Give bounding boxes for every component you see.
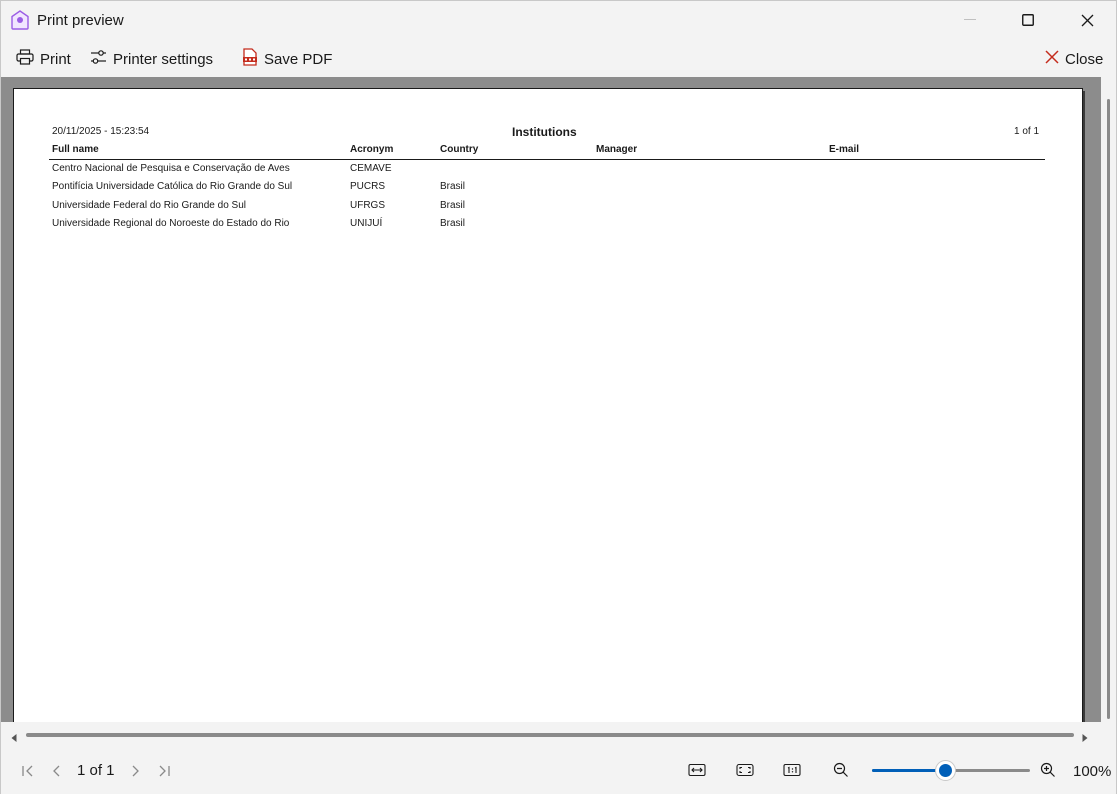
last-page-button[interactable] <box>154 762 174 780</box>
column-header-acronym: Acronym <box>350 144 394 155</box>
previous-page-button[interactable] <box>47 762 67 780</box>
minimize-icon <box>964 19 976 20</box>
printer-settings-button[interactable]: Printer settings <box>90 47 213 71</box>
column-header-email: E-mail <box>829 144 860 155</box>
toolbar: Print Printer settings Save PDF Close <box>1 39 1116 77</box>
close-button[interactable]: Close <box>1045 47 1103 71</box>
zoom-out-icon <box>833 762 848 777</box>
save-pdf-button[interactable]: Save PDF <box>242 47 332 71</box>
zoom-in-icon <box>1040 762 1055 777</box>
actual-size-icon <box>783 763 801 777</box>
cell-country: Brasil <box>440 218 466 229</box>
vertical-scrollbar-thumb[interactable] <box>1107 99 1110 719</box>
app-house-icon <box>11 10 29 30</box>
zoom-slider-thumb[interactable] <box>935 760 956 781</box>
zoom-level-label: 100% <box>1073 763 1112 780</box>
last-page-icon <box>159 765 170 777</box>
close-x-icon <box>1045 50 1059 68</box>
cell-acronym: UNIJUÍ <box>350 218 383 229</box>
printer-settings-label: Printer settings <box>113 50 214 68</box>
window-close-button[interactable] <box>1058 1 1116 39</box>
cell-country: Brasil <box>440 181 466 192</box>
report-title: Institutions <box>512 125 577 139</box>
preview-canvas[interactable]: 20/11/2025 - 15:23:54 Institutions 1 of … <box>1 77 1116 722</box>
pdf-file-icon <box>242 48 258 70</box>
first-page-icon <box>22 765 33 777</box>
maximize-button[interactable] <box>999 1 1057 39</box>
horizontal-scrollbar[interactable] <box>1 722 1116 748</box>
cell-acronym: UFRGS <box>350 200 385 211</box>
first-page-button[interactable] <box>18 762 38 780</box>
column-header-full-name: Full name <box>52 144 99 155</box>
column-header-country: Country <box>440 144 479 155</box>
title-bar: Print preview <box>1 1 1116 39</box>
close-icon <box>1081 14 1093 26</box>
sliders-icon <box>90 49 107 69</box>
zoom-slider[interactable] <box>872 760 1030 781</box>
cell-acronym: CEMAVE <box>350 163 392 174</box>
scroll-left-icon[interactable] <box>10 730 18 748</box>
fit-width-icon <box>688 763 706 777</box>
close-label: Close <box>1065 50 1104 68</box>
window-title: Print preview <box>37 12 124 29</box>
zoom-out-button[interactable] <box>831 761 851 779</box>
cell-country: Brasil <box>440 200 466 211</box>
print-button[interactable]: Print <box>16 47 71 71</box>
maximize-icon <box>1022 14 1034 26</box>
report-page-info: 1 of 1 <box>1014 126 1040 137</box>
minimize-button[interactable] <box>941 1 999 39</box>
fit-page-button[interactable] <box>735 761 755 779</box>
next-page-button[interactable] <box>125 762 145 780</box>
print-preview-window: Print preview Print Printer settings Sav… <box>0 0 1117 794</box>
chevron-left-icon <box>53 765 60 777</box>
vertical-scrollbar[interactable] <box>1101 77 1116 722</box>
actual-size-button[interactable] <box>782 761 802 779</box>
cell-full-name: Universidade Federal do Rio Grande do Su… <box>52 200 246 211</box>
cell-acronym: PUCRS <box>350 181 386 192</box>
column-header-manager: Manager <box>596 144 638 155</box>
zoom-in-button[interactable] <box>1038 761 1058 779</box>
save-pdf-label: Save PDF <box>264 50 333 68</box>
status-bar: 1 of 1 100% <box>1 748 1116 794</box>
cell-full-name: Universidade Regional do Noroeste do Est… <box>52 218 290 229</box>
cell-full-name: Centro Nacional de Pesquisa e Conservaçã… <box>52 163 290 174</box>
horizontal-scrollbar-thumb[interactable] <box>26 733 1074 737</box>
printer-icon <box>16 49 34 69</box>
fit-page-icon <box>736 763 754 777</box>
cell-full-name: Pontifícia Universidade Católica do Rio … <box>52 181 293 192</box>
fit-width-button[interactable] <box>687 761 707 779</box>
report-timestamp: 20/11/2025 - 15:23:54 <box>52 126 150 137</box>
chevron-right-icon <box>132 765 139 777</box>
header-divider <box>49 159 1045 160</box>
scroll-right-icon[interactable] <box>1081 730 1089 748</box>
page-indicator: 1 of 1 <box>77 762 115 779</box>
report-page: 20/11/2025 - 15:23:54 Institutions 1 of … <box>13 88 1083 722</box>
print-label: Print <box>40 50 71 68</box>
